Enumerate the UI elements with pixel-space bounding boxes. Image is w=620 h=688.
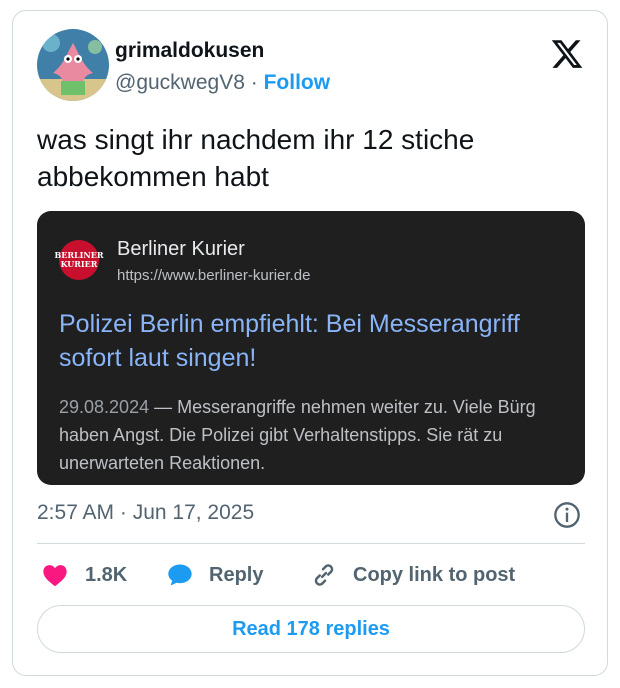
embed-site-url: https://www.berliner-kurier.de xyxy=(117,267,311,284)
avatar[interactable] xyxy=(37,29,109,101)
author-handle[interactable]: @guckwegV8 xyxy=(115,71,245,94)
copy-link-label: Copy link to post xyxy=(353,563,516,586)
embed-snippet-line: haben Angst. Die Polizei gibt Verhaltens… xyxy=(59,425,503,445)
embedded-image-card[interactable]: BERLINER KURIER Berliner Kurier https://… xyxy=(37,211,585,485)
embed-snippet-date: 29.08.2024 xyxy=(59,397,150,417)
reply-button[interactable]: Reply xyxy=(165,560,263,590)
like-count: 1.8K xyxy=(85,563,128,586)
embed-snippet-line: unerwarteten Reaktionen. xyxy=(59,453,266,473)
divider xyxy=(37,543,585,544)
embed-site-name: Berliner Kurier xyxy=(117,238,245,260)
read-replies-button[interactable]: Read 178 replies xyxy=(37,605,585,653)
author-handle-row: @guckwegV8 · Follow xyxy=(115,71,330,95)
berliner-kurier-favicon-icon: BERLINER KURIER xyxy=(55,240,103,280)
tweet-text: was singt ihr nachdem ihr 12 stiche abbe… xyxy=(37,121,577,195)
tweet-text-line: abbekommen habt xyxy=(37,161,269,192)
heart-icon xyxy=(43,565,67,587)
x-logo-icon[interactable] xyxy=(550,37,584,71)
avatar-image xyxy=(37,29,109,101)
embed-snippet-line: — Messerangriffe nehmen weiter zu. Viele… xyxy=(149,397,536,417)
like-button[interactable]: 1.8K xyxy=(41,560,127,590)
tweet-card: grimaldokusen @guckwegV8 · Follow was si… xyxy=(12,10,608,676)
tweet-timestamp[interactable]: 2:57 AM · Jun 17, 2025 xyxy=(37,501,254,525)
favicon-text: KURIER xyxy=(60,259,98,269)
link-icon xyxy=(314,564,334,586)
embed-headline-line: Polizei Berlin empfiehlt: Bei Messerangr… xyxy=(59,310,520,338)
separator-dot: · xyxy=(250,71,258,94)
author-display-name[interactable]: grimaldokusen xyxy=(115,39,264,63)
follow-button[interactable]: Follow xyxy=(264,71,331,94)
speech-bubble-icon xyxy=(168,564,192,586)
embed-headline-line: sofort laut singen! xyxy=(59,344,257,372)
embed-headline: Polizei Berlin empfiehlt: Bei Messerangr… xyxy=(59,307,585,375)
reply-label: Reply xyxy=(209,563,264,586)
action-bar: 1.8K Reply Copy link to post xyxy=(37,560,585,590)
tweet-text-line: was singt ihr nachdem ihr 12 stiche xyxy=(37,124,475,155)
embed-snippet: 29.08.2024 — Messerangriffe nehmen weite… xyxy=(59,393,585,477)
info-icon[interactable] xyxy=(553,501,581,529)
copy-link-button[interactable]: Copy link to post xyxy=(309,560,515,590)
